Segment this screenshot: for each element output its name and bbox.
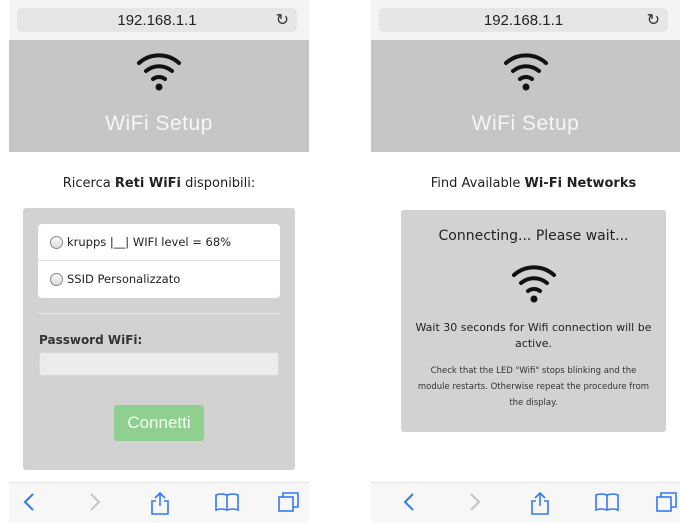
check-led-message: Check that the LED "Wifi" stops blinking… [417,366,650,408]
password-label: Password WiFi: [39,333,143,347]
page-header: WiFi Setup [371,40,680,152]
network-option-krupps[interactable]: krupps |__| WIFI level = 68% [38,224,280,261]
wifi-icon [503,53,548,91]
browser-toolbar [9,482,309,523]
wifi-icon [511,265,556,303]
browser-toolbar [371,482,680,523]
address-bar: 192.168.1.1 ↻ [9,0,309,40]
phone-screen-right: 192.168.1.1 ↻ WiFi Setup Find Available … [371,0,680,523]
subtitle-prefix: Ricerca [62,176,115,191]
page-header: WiFi Setup [9,40,309,152]
url-text: 192.168.1.1 [117,12,197,29]
bookmarks-icon[interactable] [214,491,240,513]
section-subtitle: Find Available Wi-Fi Networks [387,176,680,191]
divider [38,313,280,314]
page-title: WiFi Setup [105,112,213,135]
subtitle-prefix: Find Available [430,176,525,191]
phone-screen-left: 192.168.1.1 ↻ WiFi Setup Ricerca Reti Wi… [9,0,309,523]
network-label: SSID Personalizzato [67,272,181,286]
page-title: WiFi Setup [471,112,580,135]
network-option-custom-ssid[interactable]: SSID Personalizzato [38,261,280,297]
back-icon[interactable] [401,491,417,513]
subtitle-suffix: disponibili: [180,176,256,191]
tabs-icon[interactable] [655,491,679,513]
section-subtitle: Ricerca Reti WiFi disponibili: [9,176,309,191]
wait-message: Wait 30 seconds for Wifi connection will… [415,321,652,350]
reload-icon[interactable]: ↻ [647,10,660,29]
url-text: 192.168.1.1 [483,12,564,29]
reload-icon[interactable]: ↻ [276,10,289,29]
forward-icon[interactable] [87,491,103,513]
forward-icon[interactable] [467,491,483,513]
connecting-status: Connecting... Please wait... [438,228,629,244]
network-panel: krupps |__| WIFI level = 68% SSID Person… [23,208,295,470]
network-list: krupps |__| WIFI level = 68% SSID Person… [38,224,280,298]
share-icon[interactable] [529,491,551,515]
subtitle-bold: Reti WiFi [114,176,181,191]
address-bar: 192.168.1.1 ↻ [371,0,680,40]
bookmarks-icon[interactable] [594,491,620,513]
back-icon[interactable] [21,491,37,513]
wifi-icon [137,53,181,91]
tabs-icon[interactable] [277,491,301,513]
connect-button[interactable]: Connetti [114,405,204,441]
network-label: krupps |__| WIFI level = 68% [67,235,232,249]
subtitle-bold: Wi-Fi Networks [524,176,637,191]
url-field[interactable]: 192.168.1.1 ↻ [17,8,297,32]
share-icon[interactable] [149,491,171,515]
radio-button[interactable] [50,272,63,286]
connecting-panel: Connecting... Please wait... Wait 30 sec… [401,210,666,432]
radio-button[interactable] [50,235,63,249]
password-input[interactable] [39,352,279,376]
url-field[interactable]: 192.168.1.1 ↻ [379,8,668,32]
